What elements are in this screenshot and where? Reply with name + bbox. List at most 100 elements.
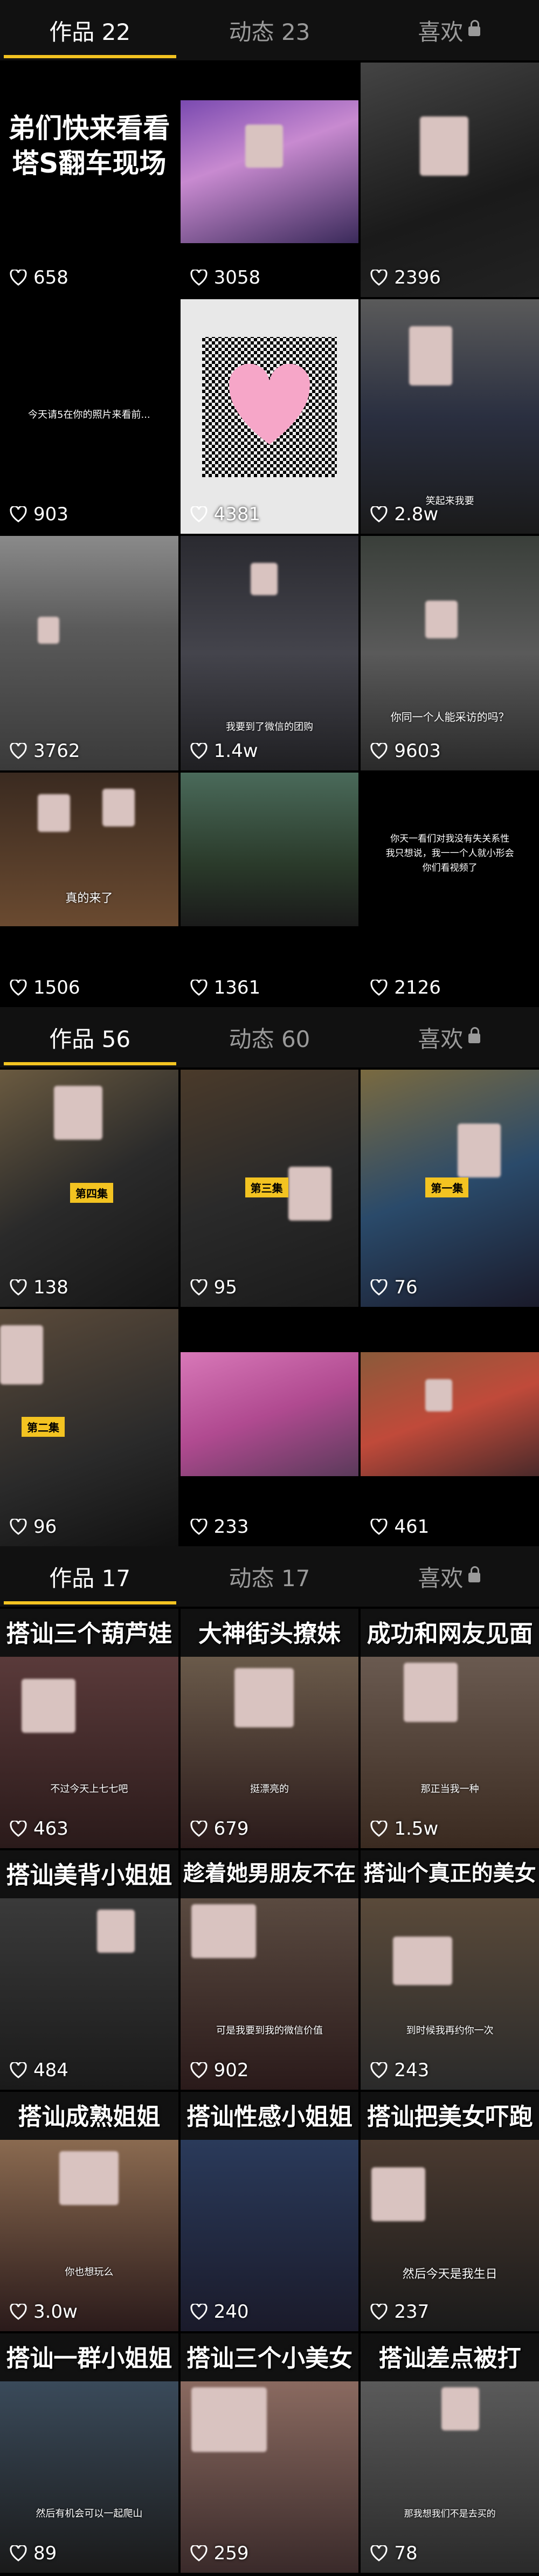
heart-icon bbox=[370, 2304, 388, 2320]
video-thumbnail[interactable]: 233 bbox=[180, 1309, 359, 1546]
heart-icon bbox=[190, 2545, 208, 2561]
tab-likes[interactable]: 喜欢 bbox=[360, 0, 539, 60]
video-grid: 弟们快来看看 塔S翻车现场 658 3058 2396 今天请5在你的照片来看前… bbox=[0, 63, 539, 1007]
video-thumbnail[interactable]: 2396 bbox=[361, 63, 539, 297]
video-title: 搭讪美背小姐姐 bbox=[6, 1862, 172, 1889]
blurred-face bbox=[393, 1937, 453, 1985]
video-thumbnail[interactable]: 大神街头撩妹 挺漂亮的 679 bbox=[180, 1609, 359, 1848]
video-thumbnail[interactable]: 搭讪性感小姐姐 240 bbox=[180, 2092, 359, 2331]
heart-icon bbox=[190, 2304, 208, 2320]
heart-icon bbox=[190, 743, 208, 759]
tab-bar: 作品 17 动态 17 喜欢 bbox=[0, 1546, 539, 1607]
video-title: 趁着她男朋友不在 bbox=[183, 1861, 356, 1886]
tab-activity[interactable]: 动态 60 bbox=[179, 1007, 359, 1067]
video-thumbnail[interactable]: 第四集 138 bbox=[0, 1070, 178, 1307]
video-thumbnail[interactable]: 搭讪个真正的美女 到时候我再约你一次 243 bbox=[361, 1850, 539, 2090]
video-title: 搭讪把美女吓跑 bbox=[367, 2103, 533, 2131]
tab-bar: 作品 56 动态 60 喜欢 bbox=[0, 1007, 539, 1067]
heart-icon bbox=[190, 980, 208, 996]
heart-icon bbox=[190, 2062, 208, 2078]
heart-icon bbox=[190, 1279, 208, 1296]
video-thumbnail[interactable]: 搭讪一群小姐姐 然后有机会可以一起爬山 89 bbox=[0, 2333, 178, 2573]
video-caption: 那正当我一种 bbox=[420, 1783, 479, 1795]
like-count: 1361 bbox=[190, 977, 260, 998]
heart-icon bbox=[229, 364, 310, 445]
video-thumbnail[interactable]: 搭讪美背小姐姐 484 bbox=[0, 1850, 178, 2090]
like-count: 1.4w bbox=[190, 740, 258, 762]
profile-section-1: 作品 22 动态 23 喜欢 弟们快来看看 塔S翻车现场 658 3058 23… bbox=[0, 0, 539, 1007]
video-thumbnail[interactable]: 3058 bbox=[180, 63, 359, 297]
blurred-face bbox=[409, 326, 453, 385]
heart-icon bbox=[10, 2304, 27, 2320]
blurred-face bbox=[250, 563, 278, 595]
video-thumbnail[interactable]: 3762 bbox=[0, 536, 178, 770]
blurred-face bbox=[458, 1124, 501, 1177]
video-thumbnail[interactable]: 第三集 95 bbox=[180, 1070, 359, 1307]
like-count: 78 bbox=[370, 2543, 418, 2564]
like-count: 237 bbox=[370, 2301, 429, 2323]
video-grid: 第四集 138 第三集 95 第一集 76 第二集 96 233 461 bbox=[0, 1070, 539, 1546]
like-count: 243 bbox=[370, 2060, 429, 2081]
video-caption: 那我想我们不是去买的 bbox=[404, 2509, 496, 2519]
tab-works[interactable]: 作品 56 bbox=[0, 1007, 179, 1067]
video-thumbnail[interactable]: 我要到了微信的团购 1.4w bbox=[180, 536, 359, 770]
tab-activity[interactable]: 动态 23 bbox=[179, 0, 359, 60]
like-count: 461 bbox=[370, 1516, 429, 1538]
video-thumbnail[interactable]: 真的来了 1506 bbox=[0, 773, 178, 1007]
video-thumbnail[interactable]: 第一集 76 bbox=[361, 1070, 539, 1307]
episode-tag: 第四集 bbox=[70, 1183, 113, 1203]
like-count: 903 bbox=[10, 504, 68, 525]
blurred-face bbox=[38, 617, 59, 644]
blurred-face bbox=[102, 789, 135, 826]
tab-likes[interactable]: 喜欢 bbox=[360, 1007, 539, 1067]
video-thumbnail[interactable]: 4381 bbox=[180, 299, 359, 534]
like-count: 9603 bbox=[370, 740, 441, 762]
heart-icon bbox=[10, 506, 27, 522]
heart-icon bbox=[10, 743, 27, 759]
heart-icon bbox=[370, 1279, 388, 1296]
like-count: 2.8w bbox=[370, 504, 438, 525]
tab-works[interactable]: 作品 17 bbox=[0, 1546, 179, 1607]
tab-activity[interactable]: 动态 17 bbox=[179, 1546, 359, 1607]
heart-icon bbox=[10, 1519, 27, 1535]
heart-icon bbox=[190, 1821, 208, 1837]
blurred-face bbox=[38, 794, 70, 832]
video-title: 大神街头撩妹 bbox=[198, 1620, 341, 1648]
lock-icon bbox=[468, 20, 481, 36]
video-thumbnail[interactable]: 搭讪三个葫芦娃 不过今天上七七吧 463 bbox=[0, 1609, 178, 1848]
heart-icon bbox=[370, 980, 388, 996]
video-thumbnail[interactable]: 你同一个人能采访的吗？ 9603 bbox=[361, 536, 539, 770]
video-thumbnail[interactable]: 搭讪成熟姐姐 你也想玩么 3.0w bbox=[0, 2092, 178, 2331]
video-title: 搭讪个真正的美女 bbox=[363, 1861, 536, 1886]
like-count: 240 bbox=[190, 2301, 249, 2323]
blurred-face bbox=[59, 2151, 119, 2205]
blurred-face bbox=[245, 125, 283, 168]
tab-works[interactable]: 作品 22 bbox=[0, 0, 179, 60]
video-caption: 不过今天上七七吧 bbox=[50, 1783, 128, 1795]
like-count: 3762 bbox=[10, 740, 80, 762]
video-caption: 可是我要到我的微信价值 bbox=[216, 2025, 323, 2036]
video-title: 搭讪一群小姐姐 bbox=[6, 2345, 172, 2372]
heart-icon bbox=[190, 1519, 208, 1535]
video-thumbnail[interactable]: 461 bbox=[361, 1309, 539, 1546]
like-count: 89 bbox=[10, 2543, 57, 2564]
video-thumbnail[interactable]: 1361 bbox=[180, 773, 359, 1007]
video-thumbnail[interactable]: 笑起来我要 2.8w bbox=[361, 299, 539, 534]
video-thumbnail[interactable]: 搭讪三个小美女 259 bbox=[180, 2333, 359, 2573]
video-thumbnail[interactable]: 趁着她男朋友不在 可是我要到我的微信价值 902 bbox=[180, 1850, 359, 2090]
video-thumbnail[interactable]: 搭讪把美女吓跑 然后今天是我生日 237 bbox=[361, 2092, 539, 2331]
video-thumbnail[interactable]: 搭讪差点被打 那我想我们不是去买的 78 bbox=[361, 2333, 539, 2573]
tab-likes[interactable]: 喜欢 bbox=[360, 1546, 539, 1607]
video-thumbnail[interactable]: 成功和网友见面 那正当我一种 1.5w bbox=[361, 1609, 539, 1848]
video-caption: 真的来了 bbox=[65, 892, 113, 905]
video-thumbnail[interactable]: 你天一看们对我没有失关系性 我只想说，我一一个人就小形会 你们看视频了 2126 bbox=[361, 773, 539, 1007]
video-thumbnail[interactable]: 今天请5在你的照片来看前... 903 bbox=[0, 299, 178, 534]
profile-section-2: 作品 56 动态 60 喜欢 第四集 138 第三集 95 第一集 76 第二集… bbox=[0, 1007, 539, 1546]
profile-section-3: 作品 17 动态 17 喜欢 搭讪三个葫芦娃 不过今天上七七吧 463 大神街头撩妹… bbox=[0, 1546, 539, 2576]
lock-icon bbox=[468, 1027, 481, 1043]
video-thumbnail[interactable]: 弟们快来看看 塔S翻车现场 658 bbox=[0, 63, 178, 297]
like-count: 679 bbox=[190, 1818, 249, 1840]
like-count: 96 bbox=[10, 1516, 57, 1538]
video-thumbnail[interactable]: 第二集 96 bbox=[0, 1309, 178, 1546]
blurred-face bbox=[0, 1325, 43, 1385]
